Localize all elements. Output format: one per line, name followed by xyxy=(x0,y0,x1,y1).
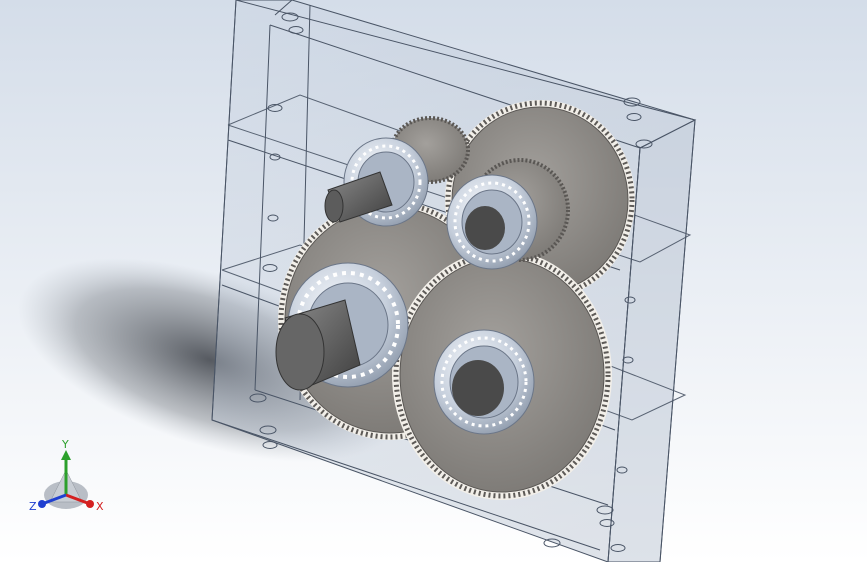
bearing-lower-right[interactable] xyxy=(433,329,535,435)
y-axis-head xyxy=(61,450,71,460)
reference-triad[interactable]: Y X Z xyxy=(26,440,116,530)
bearing-upper-right[interactable] xyxy=(446,174,538,270)
gearbox-model[interactable] xyxy=(0,0,867,562)
z-axis-head xyxy=(38,500,46,508)
z-axis-label: Z xyxy=(29,500,37,513)
graphics-viewport[interactable]: Y X Z xyxy=(0,0,867,562)
x-axis-label: X xyxy=(96,500,104,513)
x-axis-head xyxy=(86,500,94,508)
y-axis-label: Y xyxy=(61,440,69,451)
